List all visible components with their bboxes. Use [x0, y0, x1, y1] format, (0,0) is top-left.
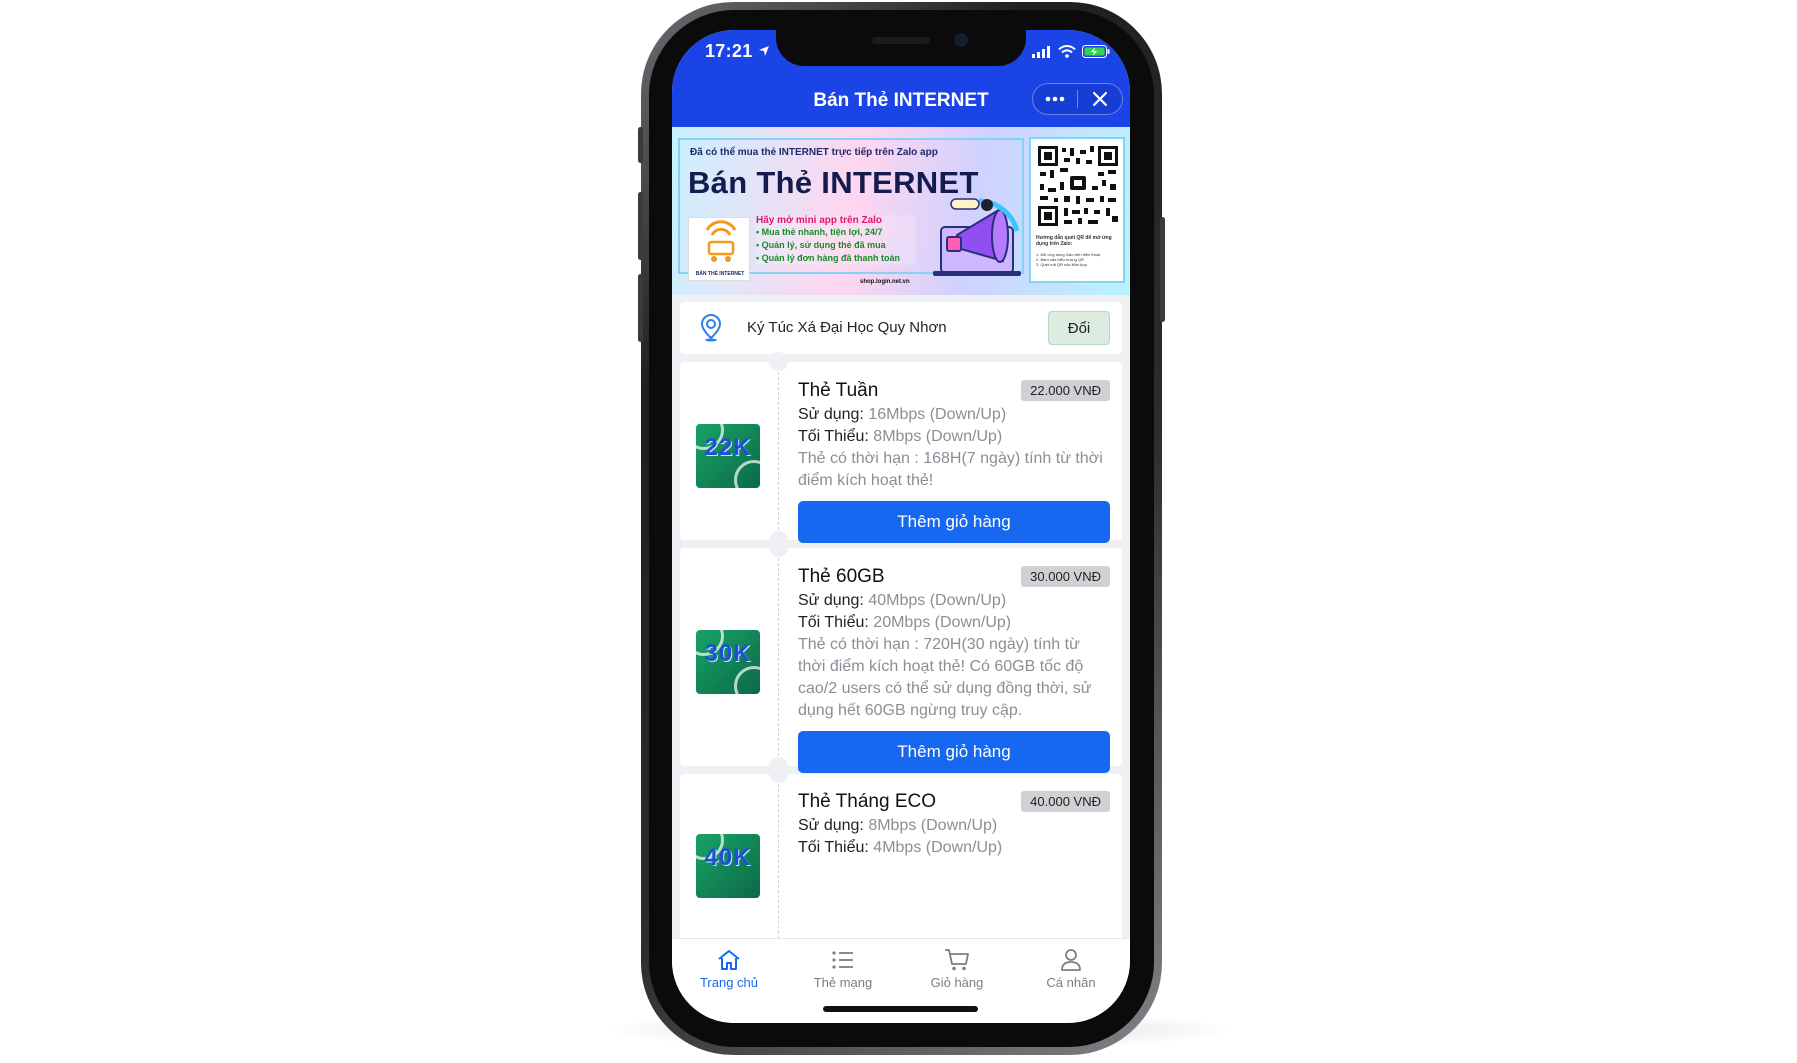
- location-arrow-icon: [758, 46, 769, 56]
- more-button[interactable]: [1033, 84, 1077, 114]
- qr-caption: Hướng dẫn quét QR để mở ứng dụng trên Za…: [1036, 235, 1112, 247]
- usage-speed: Sử dụng: 40Mbps (Down/Up): [798, 590, 1110, 612]
- tab-cart[interactable]: Giỏ hàng: [900, 945, 1014, 990]
- product-card: 22K Thẻ Tuần 22.000 VNĐ Sử dụng: 16Mbps …: [680, 352, 1122, 550]
- usage-label: Sử dụng:: [798, 817, 864, 834]
- product-thumbnail: 30K: [696, 630, 760, 694]
- usage-value: 16Mbps (Down/Up): [863, 406, 1007, 423]
- product-info: Thẻ Tháng ECO 40.000 VNĐ Sử dụng: 8Mbps …: [798, 789, 1110, 859]
- thumbnail-value: 30K: [704, 640, 752, 667]
- banner-bullet: • Quản lý đơn hàng đã thanh toán: [756, 253, 901, 263]
- minimum-label: Tối Thiểu:: [798, 428, 869, 445]
- add-to-cart-button[interactable]: Thêm giỏ hàng: [798, 731, 1110, 773]
- usage-value: 40Mbps (Down/Up): [863, 592, 1007, 609]
- banner-url: shop.login.net.vn: [860, 279, 910, 285]
- silent-switch: [638, 127, 643, 163]
- tab-home[interactable]: Trang chủ: [672, 945, 786, 990]
- price-badge: 40.000 VNĐ: [1021, 791, 1110, 812]
- banner-bullet: • Quản lý, sử dụng thẻ đã mua: [756, 240, 886, 250]
- battery-charging-icon: [1082, 45, 1110, 58]
- app-screen: 17:21 Bán Thẻ INTERNET Đã có thể mua thẻ…: [672, 30, 1130, 1023]
- card-notch: [769, 352, 788, 371]
- status-indicators: [1032, 45, 1110, 58]
- price-badge: 22.000 VNĐ: [1021, 380, 1110, 401]
- product-description: Thẻ có thời hạn : 720H(30 ngày) tính từ …: [798, 636, 1092, 719]
- tab-label: Thẻ mạng: [813, 975, 873, 990]
- tab-cards[interactable]: Thẻ mạng: [786, 945, 900, 990]
- location-name: Ký Túc Xá Đại Học Quy Nhơn: [747, 319, 947, 336]
- brand-logo-caption: BÁN THẺ INTERNET: [695, 271, 745, 277]
- tab-profile[interactable]: Cá nhân: [1014, 945, 1128, 990]
- volume-up-button: [638, 192, 643, 260]
- minimum-value: 4Mbps (Down/Up): [868, 839, 1003, 856]
- location-bar: Ký Túc Xá Đại Học Quy Nhơn Đổi: [680, 302, 1122, 354]
- product-thumbnail: 40K: [696, 834, 760, 898]
- location-pin-icon: [700, 314, 722, 342]
- tab-label: Trang chủ: [699, 975, 759, 990]
- minimum-label: Tối Thiểu:: [798, 614, 869, 631]
- usage-label: Sử dụng:: [798, 406, 864, 423]
- tab-label: Cá nhân: [1046, 975, 1096, 990]
- product-info: Thẻ Tuần 22.000 VNĐ Sử dụng: 16Mbps (Dow…: [798, 378, 1110, 543]
- banner-top-line: Đã có thể mua thẻ INTERNET trực tiếp trê…: [690, 147, 938, 158]
- thumbnail-swirl: [734, 460, 760, 488]
- usage-value: 8Mbps (Down/Up): [863, 817, 998, 834]
- card-notch: [769, 764, 788, 783]
- power-button: [1160, 217, 1165, 322]
- volume-down-button: [638, 274, 643, 342]
- close-icon: [1093, 92, 1107, 106]
- close-button[interactable]: [1078, 84, 1122, 114]
- product-description: Thẻ có thời hạn : 168H(7 ngày) tính từ t…: [798, 450, 1103, 489]
- product-card: 30K Thẻ 60GB 30.000 VNĐ Sử dụng: 40Mbps …: [680, 538, 1122, 776]
- card-perforation: [778, 548, 779, 766]
- thumbnail-swirl: [734, 666, 760, 694]
- brand-logo: BÁN THẺ INTERNET: [688, 217, 750, 281]
- user-icon: [1061, 949, 1081, 971]
- usage-speed: Sử dụng: 16Mbps (Down/Up): [798, 404, 1110, 426]
- card-notch: [769, 538, 788, 557]
- camera-notch: [776, 30, 1026, 66]
- more-dots-icon: [1045, 96, 1065, 102]
- usage-speed: Sử dụng: 8Mbps (Down/Up): [798, 815, 1110, 837]
- usage-label: Sử dụng:: [798, 592, 864, 609]
- minimum-speed: Tối Thiểu: 20Mbps (Down/Up): [798, 612, 1110, 634]
- signal-icon: [1032, 45, 1050, 58]
- qr-code: [1036, 144, 1120, 228]
- minimum-speed: Tối Thiểu: 8Mbps (Down/Up): [798, 426, 1110, 448]
- price-badge: 30.000 VNĐ: [1021, 566, 1110, 587]
- tab-label: Giỏ hàng: [930, 975, 984, 990]
- add-to-cart-button[interactable]: Thêm giỏ hàng: [798, 501, 1110, 543]
- front-camera: [954, 33, 968, 47]
- app-header: 17:21 Bán Thẻ INTERNET: [672, 30, 1130, 127]
- thumbnail-value: 22K: [704, 434, 752, 461]
- qr-steps: 1. Mở ứng dụng Zalo trên điện thoại 2. B…: [1036, 252, 1120, 267]
- mini-app-capsule: [1032, 83, 1123, 115]
- banner-bullets-title: Hãy mở mini app trên Zalo: [756, 215, 883, 226]
- list-icon: [832, 951, 853, 969]
- qr-code-panel: Hướng dẫn quét QR để mở ứng dụng trên Za…: [1029, 137, 1125, 283]
- status-time: 17:21: [705, 41, 770, 62]
- change-location-button[interactable]: Đổi: [1048, 311, 1110, 345]
- cart-icon: [945, 949, 969, 971]
- banner-bullet: • Mua thẻ nhanh, tiện lợi, 24/7: [756, 227, 883, 237]
- banner-bullets: Hãy mở mini app trên Zalo • Mua thẻ nhan…: [756, 215, 916, 265]
- minimum-label: Tối Thiểu:: [798, 839, 869, 856]
- promo-banner[interactable]: Đã có thể mua thẻ INTERNET trực tiếp trê…: [672, 127, 1130, 295]
- cart-wifi-logo-icon: [705, 220, 737, 262]
- qr-step: 3. Quét mã QR của Mini App: [1036, 262, 1087, 267]
- thumbnail-value: 40K: [704, 844, 752, 871]
- megaphone-icon: [933, 198, 1021, 276]
- home-indicator: [823, 1006, 978, 1012]
- minimum-value: 8Mbps (Down/Up): [868, 428, 1003, 445]
- card-perforation: [778, 362, 779, 540]
- product-thumbnail: 22K: [696, 424, 760, 488]
- product-info: Thẻ 60GB 30.000 VNĐ Sử dụng: 40Mbps (Dow…: [798, 564, 1110, 773]
- minimum-speed: Tối Thiểu: 4Mbps (Down/Up): [798, 837, 1110, 859]
- speaker-grille: [872, 37, 930, 44]
- wifi-icon: [1058, 45, 1076, 58]
- minimum-value: 20Mbps (Down/Up): [868, 614, 1012, 631]
- home-icon: [718, 950, 740, 970]
